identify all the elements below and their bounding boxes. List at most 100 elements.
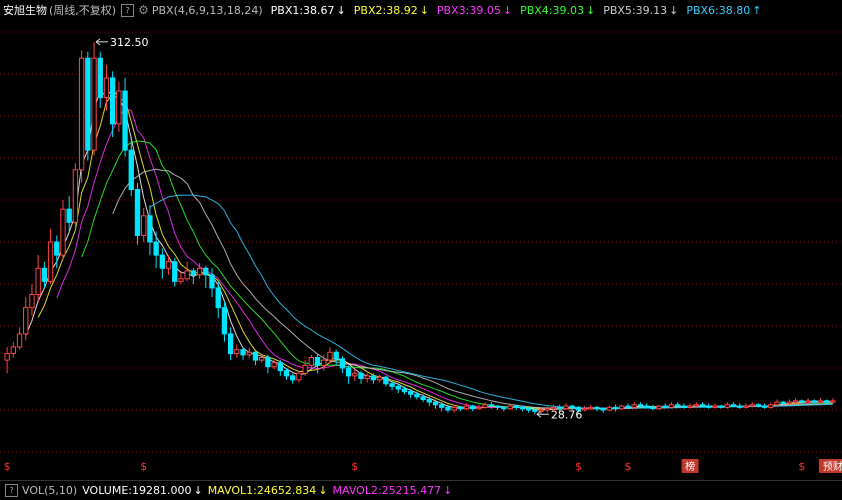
candles — [4, 41, 836, 415]
candle-body — [538, 409, 544, 412]
candle-body — [321, 359, 327, 366]
candle-body — [134, 189, 141, 236]
candle-body — [41, 267, 48, 282]
candle-body — [445, 406, 451, 411]
stock-name[interactable]: 安旭生物 — [3, 2, 47, 18]
candle-body — [786, 401, 793, 404]
help-icon[interactable]: ? — [121, 3, 135, 17]
pbx-lines — [25, 88, 833, 411]
candle-body — [439, 404, 445, 408]
candle-body — [60, 208, 66, 256]
pbx-line-6 — [149, 194, 833, 409]
event-marker-label: 榜 — [685, 460, 695, 473]
candle-body — [513, 405, 519, 408]
candle-body — [619, 405, 625, 410]
candle-body — [420, 396, 426, 400]
event-markers: $ $ $ $ $ 榜 $ 预财 — [4, 459, 842, 473]
candle-body — [457, 406, 464, 410]
candle-body — [209, 274, 215, 289]
candle-body — [383, 376, 389, 385]
candle-body — [296, 372, 302, 381]
trend-arrow-icon: ↑ — [752, 3, 762, 17]
candle-body — [370, 375, 377, 381]
vol-indicator-name[interactable]: VOL(5,10) — [22, 484, 77, 497]
candle-body — [308, 357, 315, 366]
candle-body — [178, 278, 184, 282]
candle-body — [470, 405, 476, 410]
vol-value-1: VOLUME:19281.000 ↓ — [82, 483, 203, 497]
candle-body — [277, 362, 283, 372]
candle-body — [792, 400, 799, 403]
candle-body — [799, 400, 805, 403]
candle-body — [668, 404, 675, 408]
help-icon[interactable]: ? — [5, 483, 18, 497]
dividend-marker-icon: $ — [140, 460, 147, 473]
vol-value-3: MAVOL2:25215.477 ↓ — [332, 483, 453, 497]
candle-body — [805, 400, 811, 403]
candle-body — [755, 404, 762, 407]
candle-body — [240, 349, 246, 356]
candle-body — [91, 57, 97, 151]
pbx-value-1: PBX1:38.67 ↓ — [270, 3, 346, 17]
candle-body — [35, 267, 41, 295]
candle-body — [339, 358, 346, 369]
pbx-values: PBX1:38.67 ↓ PBX2:38.92 ↓ PBX3:39.05 ↓ PBX4:39… — [263, 4, 762, 17]
candle-body — [656, 405, 662, 410]
trend-arrow-icon: ↓ — [502, 3, 513, 17]
pbx-value-6: PBX6:38.80 ↑ — [686, 3, 762, 17]
candle-body — [271, 362, 277, 368]
candle-body — [78, 57, 85, 171]
pbx-value-2: PBX2:38.92 ↓ — [353, 3, 429, 17]
candlestick-chart[interactable]: 312.50 28.76 $ $ $ $ $ 榜 $ 预财 — [0, 20, 842, 478]
candle-body — [23, 307, 29, 335]
dividend-marker-icon: $ — [351, 460, 358, 473]
candle-body — [16, 333, 23, 348]
high-price-label: 312.50 — [110, 36, 148, 49]
candle-body — [389, 383, 395, 387]
candle-body — [333, 351, 339, 360]
pbx-value-3: PBX3:39.05 ↓ — [436, 3, 513, 17]
dividend-marker-icon: $ — [4, 460, 11, 473]
candle-body — [569, 405, 575, 408]
candle-body — [190, 270, 197, 276]
candle-body — [227, 333, 234, 355]
candle-body — [824, 400, 830, 403]
candle-body — [72, 169, 79, 223]
candle-body — [476, 406, 482, 410]
candle-body — [408, 391, 414, 395]
candle-body — [97, 57, 103, 99]
candle-body — [203, 267, 209, 276]
candle-body — [488, 404, 495, 407]
indicator-name[interactable]: PBX(4,6,9,13,18,24) — [152, 4, 263, 17]
trend-arrow-icon: ↓ — [419, 3, 429, 17]
dividend-marker-icon: $ — [798, 460, 805, 473]
candle-body — [395, 385, 401, 390]
candle-body — [501, 406, 507, 410]
candle-body — [612, 406, 619, 410]
candle-body — [141, 215, 147, 236]
candle-body — [588, 406, 594, 410]
pbx-value-4: PBX4:39.03 ↓ — [520, 3, 596, 17]
candle-body — [432, 401, 439, 406]
vol-value-2: MAVOL1:24652.834 ↓ — [207, 483, 328, 497]
candle-body — [128, 149, 134, 190]
trend-arrow-icon: ↓ — [336, 3, 346, 17]
candle-body — [712, 405, 718, 408]
candle-body — [625, 405, 631, 408]
candle-body — [109, 77, 116, 125]
chart-annotations: 312.50 28.76 — [95, 36, 582, 421]
candle-body — [376, 376, 383, 381]
candle-body — [507, 405, 513, 410]
candle-body — [606, 406, 613, 411]
gear-icon[interactable]: ⚙ — [138, 3, 149, 17]
candle-body — [730, 404, 737, 407]
candle-body — [252, 351, 259, 361]
candle-body — [674, 404, 681, 407]
trend-arrow-icon: ↓ — [585, 3, 596, 17]
candle-body — [165, 261, 172, 269]
candle-body — [401, 388, 408, 393]
event-marker-label: 预财 — [823, 460, 842, 473]
candle-body — [749, 404, 755, 407]
candle-body — [706, 405, 712, 408]
candle-body — [525, 408, 532, 411]
